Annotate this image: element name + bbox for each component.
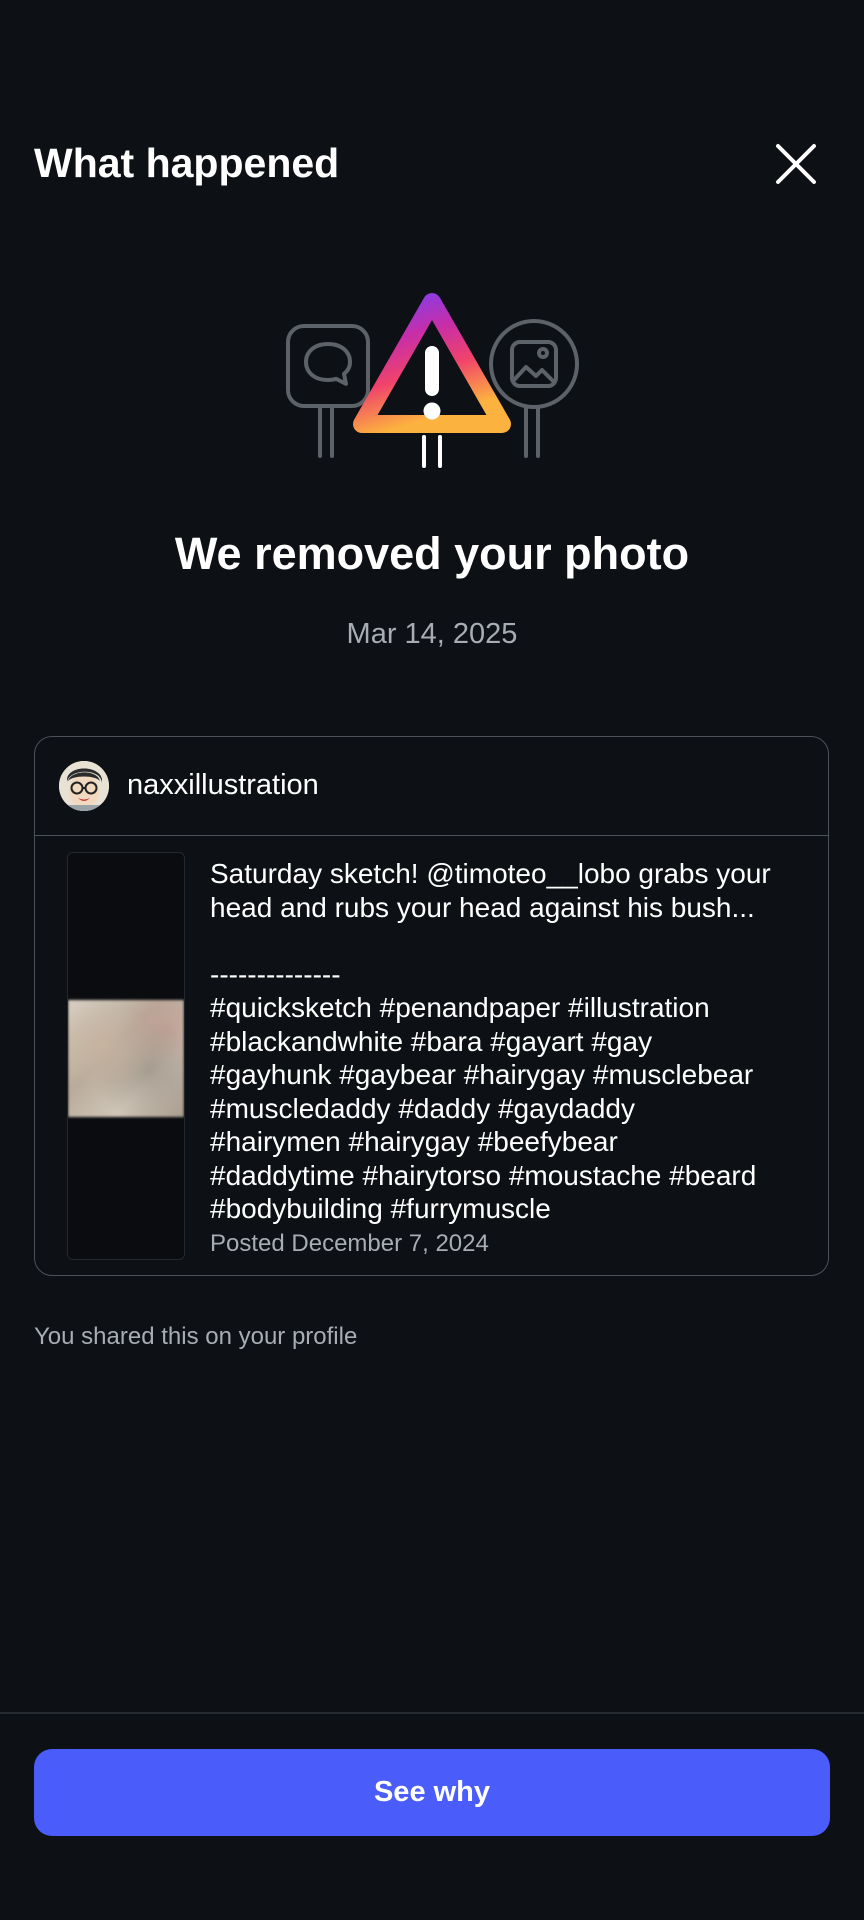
blurred-photo bbox=[68, 1000, 184, 1117]
avatar[interactable] bbox=[59, 761, 109, 811]
caption-line: -------------- bbox=[210, 958, 341, 990]
caption-line: head and rubs your head against his bush… bbox=[210, 891, 755, 923]
image-sign-icon bbox=[489, 319, 579, 458]
removed-photo-screen: What happened We removed your photo Mar … bbox=[0, 0, 864, 1920]
caption-line: Saturday sketch! @timoteo__lobo grabs yo… bbox=[210, 858, 771, 889]
chat-sign-icon bbox=[286, 324, 370, 458]
caption-line: #hairymen #hairygay #beefybear bbox=[210, 1126, 618, 1157]
warning-illustration bbox=[286, 293, 579, 468]
post-caption: Saturday sketch! @timoteo__lobo grabs yo… bbox=[210, 857, 810, 1226]
removal-headline: We removed your photo bbox=[174, 528, 690, 579]
caption-line: #daddytime #hairytorso #moustache #beard bbox=[210, 1159, 757, 1191]
caption-line: #bodybuilding #furrymuscle bbox=[210, 1193, 551, 1224]
avatar-cartoon-icon bbox=[59, 761, 109, 811]
caption-line: #quicksketch #penandpaper #illustration bbox=[210, 992, 710, 1023]
post-thumbnail[interactable] bbox=[67, 852, 185, 1260]
post-author-row: naxxillustration bbox=[35, 737, 828, 836]
page-title: What happened bbox=[34, 140, 340, 186]
warning-icon bbox=[353, 293, 511, 468]
post-username[interactable]: naxxillustration bbox=[127, 766, 319, 804]
see-why-button[interactable]: See why bbox=[34, 1749, 830, 1836]
removal-date: Mar 14, 2025 bbox=[346, 618, 518, 650]
caption-line: #gayhunk #gaybear #hairygay #musclebear bbox=[210, 1059, 754, 1090]
caption-line: #muscledaddy #daddy #gaydaddy bbox=[210, 1092, 635, 1124]
footer-divider bbox=[0, 1712, 864, 1714]
post-date: Posted December 7, 2024 bbox=[210, 1230, 489, 1257]
caption-line: ​ bbox=[210, 924, 810, 958]
close-icon[interactable] bbox=[772, 140, 820, 188]
shared-note: You shared this on your profile bbox=[34, 1323, 358, 1350]
caption-line: #blackandwhite #bara #gayart #gay bbox=[210, 1025, 653, 1057]
removed-post-card[interactable]: naxxillustration Saturday sketch! @timot… bbox=[34, 736, 829, 1276]
